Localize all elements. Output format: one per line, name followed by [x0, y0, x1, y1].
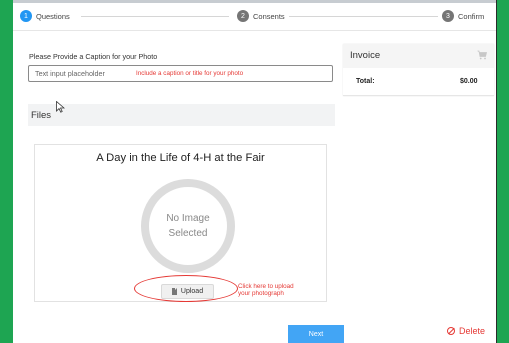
delete-icon [447, 327, 455, 335]
delete-button[interactable]: Delete [447, 326, 485, 336]
upload-highlight-ellipse [134, 275, 238, 302]
caption-field[interactable]: Include a caption or title for your phot… [28, 65, 333, 82]
photo-title: A Day in the Life of 4-H at the Fair [96, 152, 265, 164]
invoice-total-row: Total: $0.00 [343, 68, 494, 96]
step-connector [81, 16, 229, 17]
placeholder-line: Selected [168, 228, 208, 239]
cursor-icon [56, 101, 65, 113]
annotation-line: Click here to upload [238, 283, 294, 290]
placeholder-line: No Image [166, 213, 210, 224]
step-confirm[interactable]: 3 Confirm [442, 10, 484, 22]
upload-annotation: Click here to upload your photograph [238, 283, 294, 297]
caption-label: Please Provide a Caption for your Photo [29, 52, 158, 61]
caption-annotation: Include a caption or title for your phot… [136, 70, 244, 77]
total-value: $0.00 [460, 78, 478, 85]
stepper-divider [13, 30, 496, 31]
step-questions[interactable]: 1 Questions [20, 10, 70, 22]
step-label: Consents [253, 11, 285, 21]
invoice-header: Invoice [343, 44, 494, 68]
step-number-icon: 2 [237, 10, 249, 22]
invoice-panel: Invoice Total: $0.00 [343, 44, 494, 96]
step-connector [289, 16, 438, 17]
step-number-icon: 3 [442, 10, 454, 22]
stepper: 1 Questions 2 Consents 3 Confirm [13, 4, 496, 30]
top-progress-bar [13, 0, 496, 3]
form-frame: 1 Questions 2 Consents 3 Confirm Please … [13, 0, 496, 343]
files-title: Files [31, 110, 52, 121]
delete-label: Delete [459, 326, 486, 336]
right-strip [497, 0, 509, 343]
step-label: Questions [36, 11, 70, 21]
no-image-placeholder: No Image Selected [141, 179, 235, 273]
step-number-icon: 1 [20, 10, 32, 22]
step-label: Confirm [458, 11, 485, 21]
cart-icon[interactable] [477, 50, 487, 60]
step-consents[interactable]: 2 Consents [237, 10, 285, 22]
total-label: Total: [356, 78, 375, 85]
annotation-line: your photograph [238, 290, 284, 297]
next-button[interactable]: Next [288, 325, 344, 343]
invoice-title: Invoice [350, 50, 381, 61]
files-section-header: Files [28, 101, 335, 126]
